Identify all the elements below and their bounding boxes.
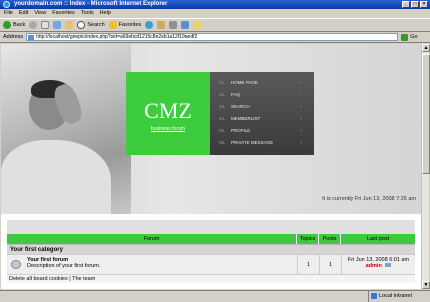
edit-icon[interactable] (181, 21, 190, 29)
back-label: Back (13, 22, 26, 28)
col-topics: Topics (297, 234, 319, 244)
window-controls: _ □ × (402, 1, 428, 8)
nav-item-private-message[interactable]: 06. PRIVATE MESSAGE » (210, 138, 314, 148)
board-footer-links[interactable]: Delete all board cookies | The team (7, 274, 415, 283)
chevron-right-icon: » (300, 140, 303, 145)
security-zone: Local intranet (368, 291, 430, 302)
forum-description: Description of your first forum. (27, 263, 101, 269)
current-time: It is currently Fri Jun 13, 2008 7:26 am (322, 196, 416, 202)
site-logo[interactable]: CMZ business forum (126, 72, 210, 155)
nav-item-profile[interactable]: 05. PROFILE » (210, 126, 314, 136)
ie-icon (3, 1, 10, 8)
intranet-zone-icon (371, 293, 377, 299)
home-icon[interactable] (65, 21, 74, 29)
scroll-thumb[interactable] (422, 54, 430, 174)
category-row[interactable]: Your first category (7, 244, 415, 254)
board-top-spacer (7, 220, 415, 234)
board-header-row: Forum Topics Posts Last post (7, 234, 415, 244)
refresh-icon[interactable] (53, 21, 62, 29)
col-forum: Forum (7, 234, 297, 244)
go-arrow-icon (401, 33, 409, 41)
back-arrow-icon (3, 21, 11, 29)
close-button[interactable]: × (420, 1, 428, 8)
nav-item-home[interactable]: 01. HOME PAGE » (210, 78, 314, 88)
window-title: yourdomain.com :: Index - Microsoft Inte… (14, 1, 168, 7)
window-titlebar: yourdomain.com :: Index - Microsoft Inte… (0, 0, 430, 9)
forum-row: Your first forum Description of your fir… (7, 254, 415, 274)
chevron-right-icon: » (300, 116, 303, 121)
status-bar: Local intranet (0, 290, 430, 302)
stop-icon[interactable] (41, 21, 50, 29)
history-icon[interactable] (145, 21, 154, 29)
chevron-right-icon: » (300, 104, 303, 109)
favorites-button[interactable]: Favorites (108, 21, 142, 29)
site-header: CMZ business forum 01. HOME PAGE » 02. F… (1, 44, 421, 214)
address-url: http://localhost/gneptc/index.php?sid=a6… (36, 34, 198, 40)
menu-bar: File Edit View Favorites Tools Help (0, 9, 430, 18)
forum-board: Forum Topics Posts Last post Your first … (7, 220, 415, 283)
logo-subtitle[interactable]: business forum (126, 126, 210, 132)
zone-label: Local intranet (379, 293, 413, 299)
scroll-down-arrow-icon[interactable]: ▼ (422, 281, 430, 289)
page-icon (28, 35, 35, 40)
forum-folder-icon (11, 260, 21, 269)
favorites-label: Favorites (118, 22, 142, 28)
folder-icon[interactable] (193, 21, 202, 29)
search-icon (77, 21, 86, 29)
back-button[interactable]: Back (3, 21, 25, 29)
minimize-button[interactable]: _ (402, 1, 410, 8)
address-bar: Address http://localhost/gneptc/index.ph… (0, 32, 430, 43)
go-button[interactable]: Go (401, 33, 418, 41)
scroll-up-arrow-icon[interactable]: ▲ (422, 44, 430, 52)
search-button[interactable]: Search (77, 21, 105, 29)
forum-posts-count: 1 (319, 255, 341, 274)
nav-item-memberlist[interactable]: 04. MEMBERLIST » (210, 114, 314, 124)
forum-status-cell (7, 255, 25, 274)
browser-toolbar: Back Search Favorites (0, 18, 430, 32)
menu-view[interactable]: View (34, 9, 46, 18)
status-text (0, 291, 368, 302)
menu-file[interactable]: File (4, 9, 13, 18)
search-label: Search (87, 22, 105, 28)
nav-item-search[interactable]: 03. SEARCH » (210, 102, 314, 112)
address-input[interactable]: http://localhost/gneptc/index.php?sid=a6… (26, 33, 399, 41)
chevron-right-icon: » (300, 128, 303, 133)
page-viewport: CMZ business forum 01. HOME PAGE » 02. F… (1, 44, 421, 289)
col-last-post: Last post (366, 236, 390, 242)
logo-title: CMZ (144, 98, 192, 123)
menu-help[interactable]: Help (100, 9, 111, 18)
view-latest-post-icon[interactable] (385, 263, 392, 267)
menu-tools[interactable]: Tools (81, 9, 94, 18)
menu-favorites[interactable]: Favorites (52, 9, 75, 18)
menu-edit[interactable]: Edit (19, 9, 28, 18)
chevron-right-icon: » (300, 80, 303, 85)
site-nav: 01. HOME PAGE » 02. FAQ » 03. SEARCH » 0… (210, 72, 314, 155)
forum-info: Your first forum Description of your fir… (25, 255, 297, 274)
forward-arrow-icon[interactable] (29, 21, 38, 29)
nav-item-faq[interactable]: 02. FAQ » (210, 90, 314, 100)
go-label: Go (410, 34, 418, 40)
chevron-right-icon: » (300, 92, 303, 97)
maximize-button[interactable]: □ (411, 1, 419, 8)
forum-last-post: Fri Jun 13, 2008 6:01 am admin (341, 255, 415, 274)
forum-topics-count: 1 (297, 255, 319, 274)
mail-icon[interactable] (157, 21, 166, 29)
last-post-author[interactable]: admin (366, 263, 382, 269)
vertical-scrollbar[interactable]: ▲ ▼ (421, 44, 430, 289)
header-photo (1, 44, 131, 214)
col-posts: Posts (319, 234, 341, 244)
address-label: Address (3, 34, 24, 40)
print-icon[interactable] (169, 21, 178, 29)
favorites-star-icon (108, 21, 117, 29)
